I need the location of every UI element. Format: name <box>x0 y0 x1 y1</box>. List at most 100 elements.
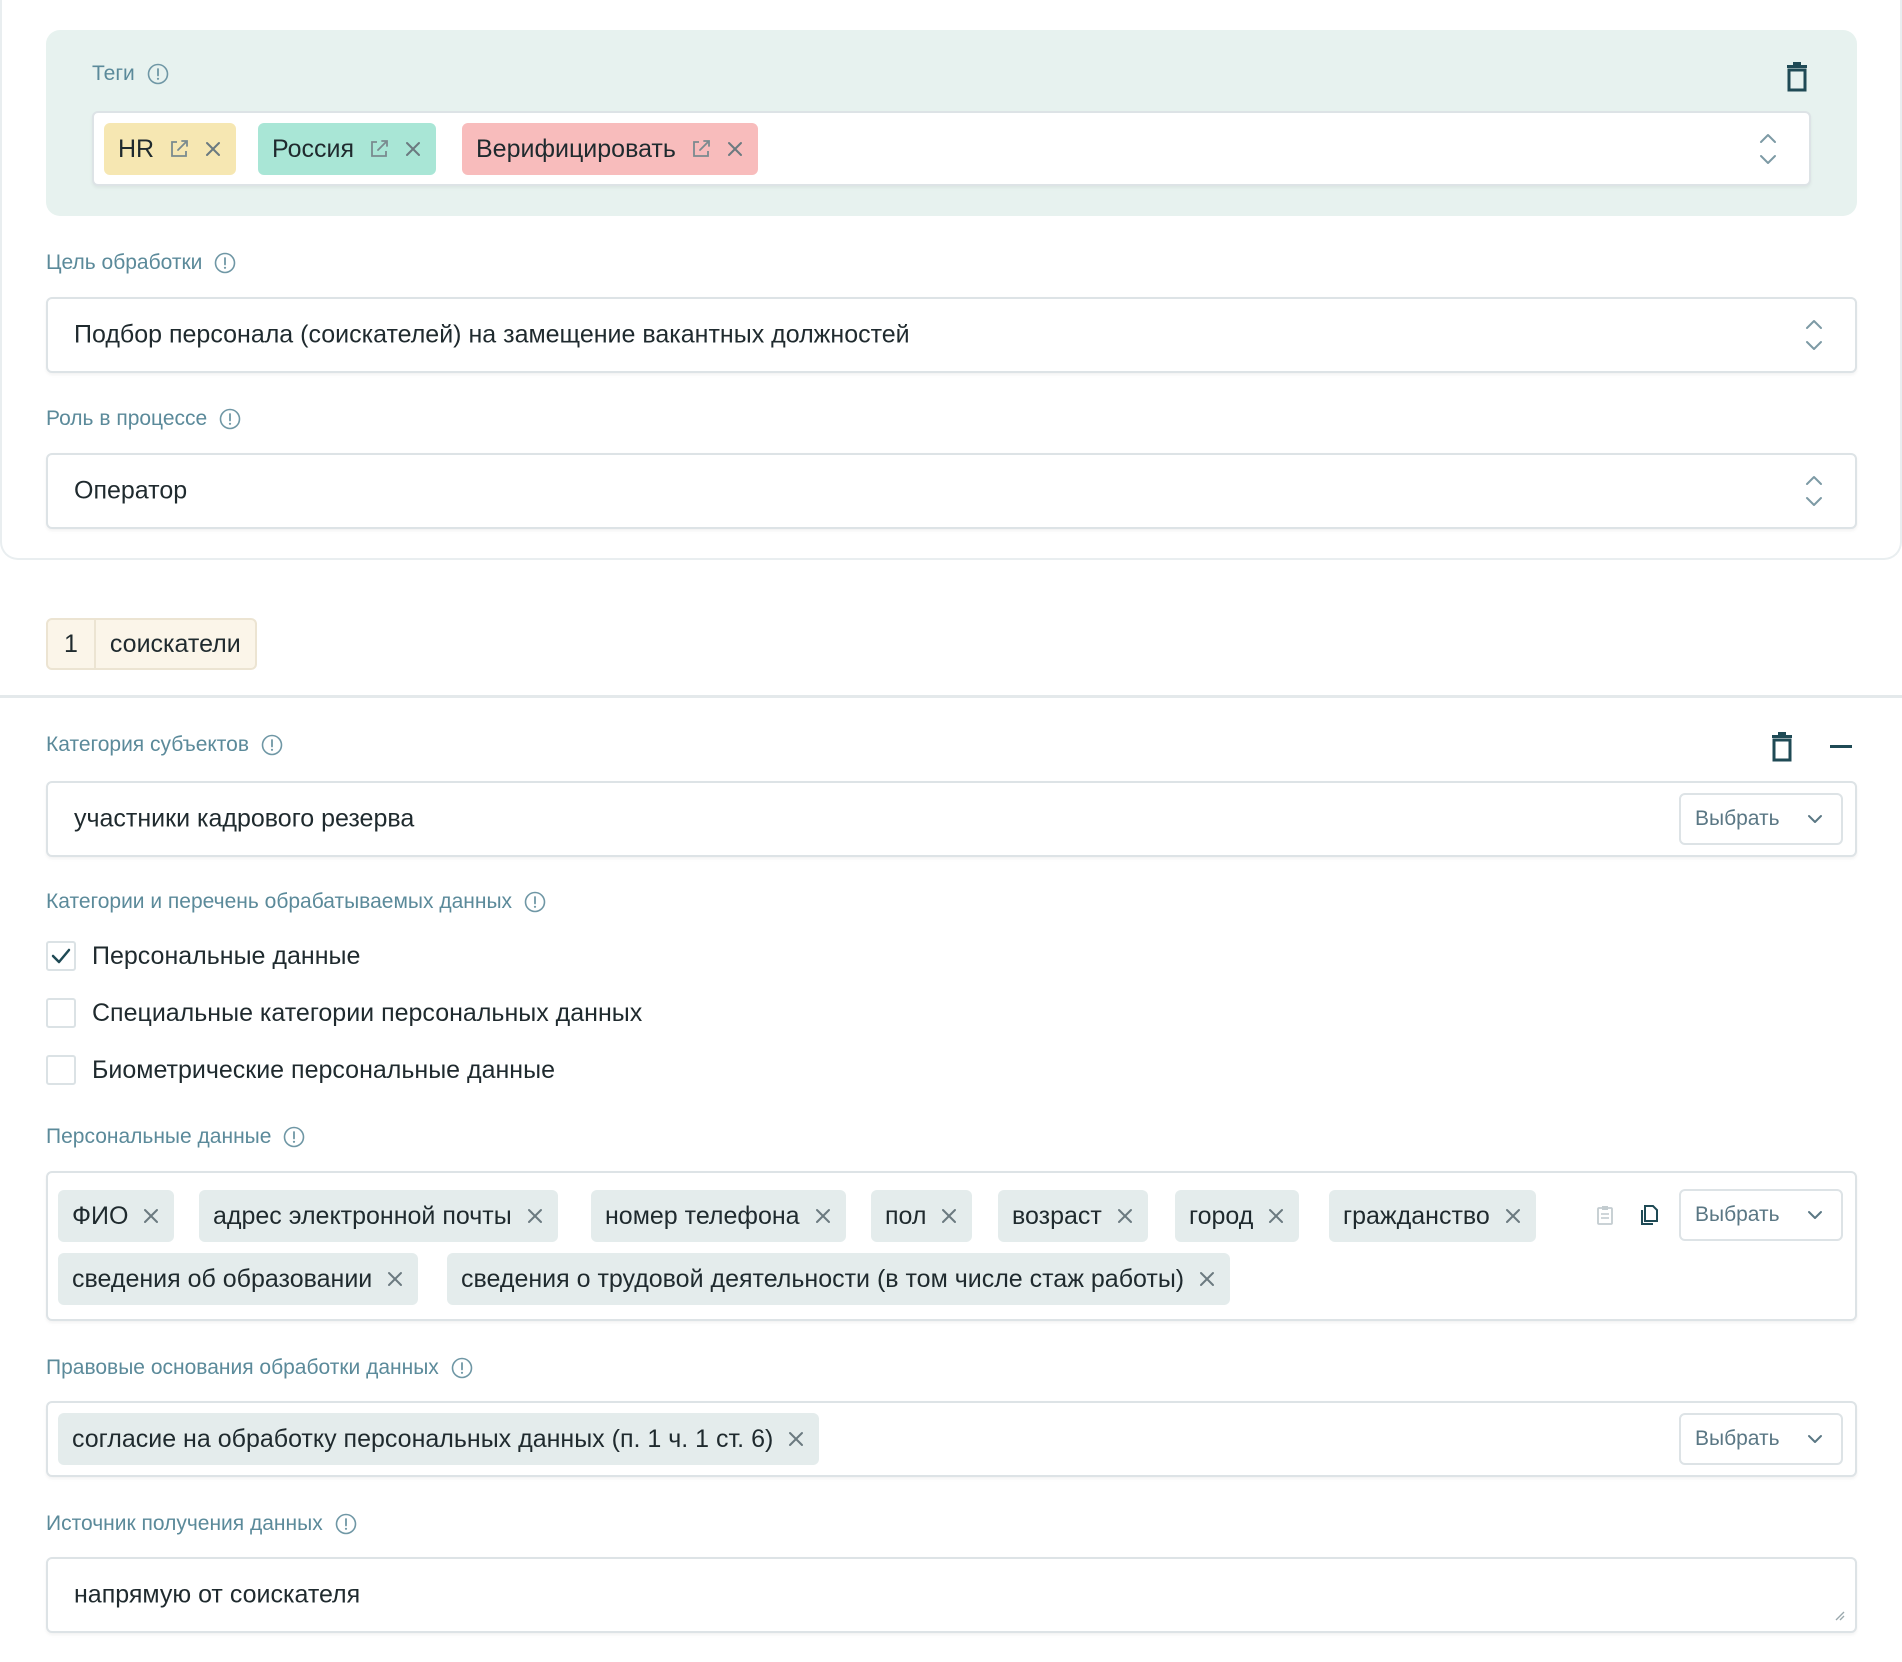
info-icon[interactable] <box>335 1513 357 1535</box>
close-icon[interactable] <box>204 140 222 158</box>
chip-label: адрес электронной почты <box>213 1201 512 1230</box>
chip-label: согласие на обработку персональных данны… <box>72 1424 774 1453</box>
close-icon[interactable] <box>787 1430 805 1448</box>
checkbox-biometric[interactable]: Биометрические персональные данные <box>46 1055 555 1085</box>
role-select[interactable]: Оператор <box>46 453 1857 529</box>
updown-icon[interactable] <box>1757 129 1779 169</box>
collapse-icon[interactable] <box>1830 745 1852 748</box>
role-label: Роль в процессе <box>46 407 208 430</box>
resize-handle-icon[interactable] <box>1833 1609 1845 1621</box>
close-icon[interactable] <box>1267 1207 1285 1225</box>
close-icon[interactable] <box>1198 1270 1216 1288</box>
edit-icon[interactable] <box>368 138 390 160</box>
tag-label: Верифицировать <box>476 134 676 163</box>
subject-category-select[interactable]: участники кадрового резерва Выбрать <box>46 781 1857 857</box>
legal-basis-label: Правовые основания обработки данных <box>46 1356 439 1379</box>
tag-label: Россия <box>272 134 354 163</box>
purpose-select[interactable]: Подбор персонала (соискателей) на замеще… <box>46 297 1857 373</box>
data-chip[interactable]: город <box>1175 1190 1300 1242</box>
data-source-value: напрямую от соискателя <box>74 1580 361 1609</box>
checkbox-personal-data[interactable]: Персональные данные <box>46 941 360 971</box>
info-icon[interactable] <box>214 252 236 274</box>
data-chip[interactable]: номер телефона <box>591 1190 846 1242</box>
checkbox-label: Персональные данные <box>92 941 361 970</box>
legal-basis-label-row: Правовые основания обработки данных <box>46 1356 473 1380</box>
tags-label-row: Теги <box>92 62 169 86</box>
subject-tab[interactable]: 1 соискатели <box>46 618 257 670</box>
chip-label: ФИО <box>72 1201 129 1230</box>
data-categories-label-row: Категории и перечень обрабатываемых данн… <box>46 890 546 914</box>
info-icon[interactable] <box>451 1357 473 1379</box>
personal-data-label-row: Персональные данные <box>46 1125 305 1149</box>
data-chip[interactable]: гражданство <box>1329 1190 1536 1242</box>
chip-label: пол <box>885 1201 927 1230</box>
check-icon <box>51 948 71 964</box>
chevron-down-icon <box>1807 1210 1823 1220</box>
chip-label: сведения о трудовой деятельности (в том … <box>461 1264 1185 1293</box>
purpose-label: Цель обработки <box>46 251 203 274</box>
role-value: Оператор <box>74 476 188 505</box>
checkbox[interactable] <box>46 1055 76 1085</box>
info-icon[interactable] <box>219 408 241 430</box>
close-icon[interactable] <box>526 1207 544 1225</box>
close-icon[interactable] <box>386 1270 404 1288</box>
checkbox[interactable] <box>46 998 76 1028</box>
data-chip[interactable]: ФИО <box>58 1190 175 1242</box>
data-chip[interactable]: возраст <box>998 1190 1148 1242</box>
data-chip[interactable]: адрес электронной почты <box>199 1190 558 1242</box>
tag-chip-hr[interactable]: HR <box>104 123 237 175</box>
paste-icon[interactable] <box>1593 1203 1617 1227</box>
select-button[interactable]: Выбрать <box>1679 793 1843 845</box>
trash-icon[interactable] <box>1784 62 1810 92</box>
subject-category-label-row: Категория субъектов <box>46 733 283 757</box>
select-button[interactable]: Выбрать <box>1679 1189 1843 1241</box>
divider <box>0 695 1902 698</box>
tag-chip-russia[interactable]: Россия <box>258 123 436 175</box>
close-icon[interactable] <box>940 1207 958 1225</box>
data-chip[interactable]: пол <box>871 1190 973 1242</box>
close-icon[interactable] <box>404 140 422 158</box>
close-icon[interactable] <box>726 140 744 158</box>
personal-data-label: Персональные данные <box>46 1125 272 1148</box>
data-source-textarea[interactable]: напрямую от соискателя <box>46 1557 1857 1633</box>
info-icon[interactable] <box>147 63 169 85</box>
select-button-label: Выбрать <box>1695 1427 1780 1450</box>
close-icon[interactable] <box>814 1207 832 1225</box>
subject-tab-name: соискатели <box>109 629 241 658</box>
updown-icon[interactable] <box>1803 315 1825 355</box>
tag-chip-verify[interactable]: Верифицировать <box>462 123 758 175</box>
close-icon[interactable] <box>1116 1207 1134 1225</box>
role-label-row: Роль в процессе <box>46 407 241 431</box>
select-button[interactable]: Выбрать <box>1679 1413 1843 1465</box>
subject-category-label: Категория субъектов <box>46 733 250 756</box>
close-icon[interactable] <box>1504 1207 1522 1225</box>
info-icon[interactable] <box>261 734 283 756</box>
checkbox-special-categories[interactable]: Специальные категории персональных данны… <box>46 998 642 1028</box>
edit-icon[interactable] <box>168 138 190 160</box>
trash-icon[interactable] <box>1769 732 1795 762</box>
data-source-label-row: Источник получения данных <box>46 1512 357 1536</box>
info-icon[interactable] <box>524 891 546 913</box>
tag-label: HR <box>118 134 155 163</box>
copy-icon[interactable] <box>1637 1202 1661 1228</box>
data-chip[interactable]: согласие на обработку персональных данны… <box>58 1413 820 1465</box>
close-icon[interactable] <box>142 1207 160 1225</box>
checkbox[interactable] <box>46 941 76 971</box>
data-source-label: Источник получения данных <box>46 1512 323 1535</box>
subject-tab-number: 1 <box>48 620 96 668</box>
edit-icon[interactable] <box>690 138 712 160</box>
select-button-label: Выбрать <box>1695 807 1780 830</box>
subject-category-value: участники кадрового резерва <box>74 804 415 833</box>
info-icon[interactable] <box>283 1126 305 1148</box>
updown-icon[interactable] <box>1803 471 1825 511</box>
legal-basis-multiselect[interactable]: согласие на обработку персональных данны… <box>46 1401 1857 1477</box>
data-chip[interactable]: сведения об образовании <box>58 1253 419 1305</box>
chevron-down-icon <box>1807 814 1823 824</box>
tags-input[interactable]: HR Россия Верифицировать <box>92 111 1811 186</box>
chip-label: город <box>1189 1201 1254 1230</box>
select-button-label: Выбрать <box>1695 1203 1780 1226</box>
data-chip[interactable]: сведения о трудовой деятельности (в том … <box>447 1253 1231 1305</box>
checkbox-label: Специальные категории персональных данны… <box>92 998 643 1027</box>
personal-data-multiselect[interactable]: ФИО адрес электронной почты номер телефо… <box>46 1171 1857 1321</box>
chip-label: возраст <box>1012 1201 1102 1230</box>
